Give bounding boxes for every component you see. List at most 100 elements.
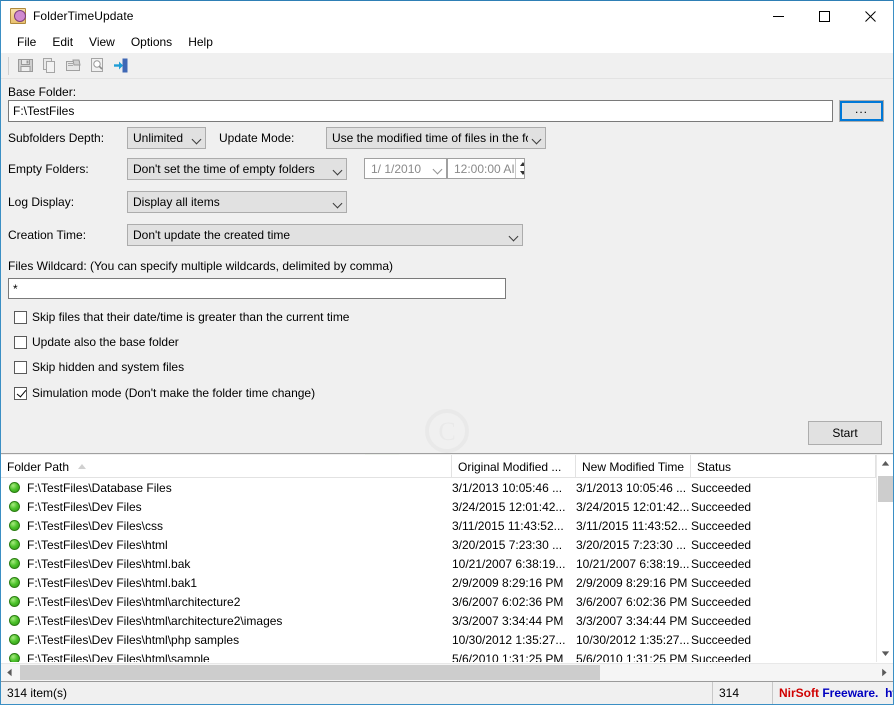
cell-folder-path: F:\TestFiles\Dev Files\html.bak <box>1 557 452 571</box>
close-icon[interactable] <box>847 1 893 31</box>
find-icon[interactable] <box>86 55 108 77</box>
chevron-down-icon <box>329 167 346 172</box>
cell-new-modified: 3/20/2015 7:23:30 ... <box>576 537 687 552</box>
scroll-right-icon[interactable] <box>876 664 893 682</box>
table-row[interactable]: F:\TestFiles\Dev Files 3/24/2015 12:01:4… <box>1 497 876 516</box>
time-value: 12:00:00 AI <box>454 161 515 176</box>
empty-folders-label: Empty Folders: <box>8 162 89 176</box>
chevron-down-icon <box>430 166 446 171</box>
folder-path-text: F:\TestFiles\Dev Files\html\architecture… <box>27 613 283 628</box>
checkbox-update-base-folder[interactable]: Update also the base folder <box>14 335 179 349</box>
empty-folders-value: Don't set the time of empty folders <box>133 162 315 176</box>
horizontal-scroll-track[interactable] <box>18 664 876 682</box>
menu-help[interactable]: Help <box>180 33 221 52</box>
table-row[interactable]: F:\TestFiles\Dev Files\css 3/11/2015 11:… <box>1 516 876 535</box>
cell-original-modified: 2/9/2009 8:29:16 PM <box>452 575 564 590</box>
cell-original-modified: 3/6/2007 6:02:36 PM <box>452 594 564 609</box>
status-ok-icon <box>9 634 20 645</box>
cell-new-modified: 3/1/2013 10:05:46 ... <box>576 480 687 495</box>
time-spinner[interactable] <box>514 159 524 179</box>
minimize-icon[interactable] <box>755 1 801 31</box>
cell-folder-path: F:\TestFiles\Dev Files\html\sample <box>1 652 452 662</box>
table-row[interactable]: F:\TestFiles\Dev Files\html 3/20/2015 7:… <box>1 535 876 554</box>
table-row[interactable]: F:\TestFiles\Dev Files\html\sample 5/6/2… <box>1 649 876 662</box>
cell-folder-path: F:\TestFiles\Dev Files\html <box>1 538 452 552</box>
application-window: FolderTimeUpdate File Edit View Options … <box>0 0 894 705</box>
menu-view[interactable]: View <box>81 33 123 52</box>
checkbox-simulation-mode[interactable]: Simulation mode (Don't make the folder t… <box>14 386 315 400</box>
subfolders-depth-label: Subfolders Depth: <box>8 131 105 145</box>
menu-file[interactable]: File <box>9 33 44 52</box>
status-ok-icon <box>9 615 20 626</box>
update-mode-select[interactable]: Use the modified time of files in the fo… <box>326 127 546 149</box>
checkbox-box[interactable] <box>14 310 27 324</box>
exit-icon[interactable] <box>110 55 132 77</box>
checkbox-box[interactable] <box>14 360 27 374</box>
list-body: F:\TestFiles\Database Files 3/1/2013 10:… <box>1 478 876 662</box>
status-credit[interactable]: NirSoft Freeware. http <box>773 682 893 705</box>
svg-text:C: C <box>438 417 455 446</box>
column-header-new-modified[interactable]: New Modified Time <box>576 455 691 478</box>
log-display-value: Display all items <box>133 195 220 209</box>
table-row[interactable]: F:\TestFiles\Dev Files\html\architecture… <box>1 611 876 630</box>
checkbox-box[interactable] <box>14 386 27 400</box>
column-header-status[interactable]: Status <box>691 455 876 478</box>
table-row[interactable]: F:\TestFiles\Database Files 3/1/2013 10:… <box>1 478 876 497</box>
status-ok-icon <box>9 520 20 531</box>
table-row[interactable]: F:\TestFiles\Dev Files\html\architecture… <box>1 592 876 611</box>
column-header-original-modified[interactable]: Original Modified ... <box>452 455 576 478</box>
cell-folder-path: F:\TestFiles\Dev Files <box>1 500 452 514</box>
cell-status: Succeeded <box>691 594 752 609</box>
creation-time-label: Creation Time: <box>8 228 87 242</box>
folder-path-text: F:\TestFiles\Dev Files <box>27 499 142 514</box>
horizontal-scroll-thumb[interactable] <box>20 664 600 680</box>
checkbox-label: Skip hidden and system files <box>32 360 185 374</box>
toolbar-separator <box>8 56 9 75</box>
vertical-scroll-track[interactable] <box>877 472 893 645</box>
cell-original-modified: 3/24/2015 12:01:42... <box>452 499 566 514</box>
cell-folder-path: F:\TestFiles\Dev Files\css <box>1 519 452 533</box>
checkbox-skip-future-files[interactable]: Skip files that their date/time is great… <box>14 310 349 324</box>
creation-time-value: Don't update the created time <box>133 228 291 242</box>
menu-edit[interactable]: Edit <box>44 33 81 52</box>
wildcard-input[interactable]: * <box>8 278 506 299</box>
scroll-down-icon[interactable] <box>877 645 893 662</box>
copy-icon[interactable] <box>38 55 60 77</box>
base-folder-input[interactable]: F:\TestFiles <box>8 100 833 122</box>
properties-icon[interactable] <box>62 55 84 77</box>
browse-folder-button[interactable]: ... <box>839 100 884 122</box>
base-folder-label: Base Folder: <box>8 85 77 99</box>
log-display-select[interactable]: Display all items <box>127 191 347 213</box>
column-header-folder-path[interactable]: Folder Path <box>1 455 452 478</box>
table-row[interactable]: F:\TestFiles\Dev Files\html.bak 10/21/20… <box>1 554 876 573</box>
credit-nirsoft-text: NirSoft <box>779 686 819 700</box>
save-icon[interactable] <box>14 55 36 77</box>
time-picker[interactable]: 12:00:00 AI <box>447 158 525 179</box>
chevron-down-icon <box>528 136 545 141</box>
table-row[interactable]: F:\TestFiles\Dev Files\html.bak1 2/9/200… <box>1 573 876 592</box>
date-picker[interactable]: 1/ 1/2010 <box>364 158 447 179</box>
options-panel: Base Folder: F:\TestFiles ... Subfolders… <box>1 79 893 481</box>
status-ok-icon <box>9 653 20 662</box>
checkbox-label: Update also the base folder <box>32 335 179 349</box>
chevron-down-icon <box>329 200 346 205</box>
menu-options[interactable]: Options <box>123 33 180 52</box>
scroll-left-icon[interactable] <box>1 664 18 682</box>
cell-original-modified: 3/3/2007 3:34:44 PM <box>452 613 564 628</box>
folder-path-text: F:\TestFiles\Database Files <box>27 480 172 495</box>
checkbox-box[interactable] <box>14 335 27 349</box>
empty-folders-select[interactable]: Don't set the time of empty folders <box>127 158 347 180</box>
table-row[interactable]: F:\TestFiles\Dev Files\html\php samples … <box>1 630 876 649</box>
start-button[interactable]: Start <box>808 421 882 445</box>
spinner-up-icon[interactable] <box>516 159 524 169</box>
vertical-scroll-thumb[interactable] <box>878 476 893 502</box>
vertical-scrollbar[interactable] <box>876 455 893 662</box>
maximize-icon[interactable] <box>801 1 847 31</box>
checkbox-skip-hidden-system[interactable]: Skip hidden and system files <box>14 360 184 374</box>
sort-ascending-icon <box>78 464 87 469</box>
horizontal-scrollbar[interactable] <box>1 663 893 681</box>
spinner-down-icon[interactable] <box>516 169 524 179</box>
scroll-up-icon[interactable] <box>877 455 893 472</box>
subfolders-depth-select[interactable]: Unlimited <box>127 127 206 149</box>
creation-time-select[interactable]: Don't update the created time <box>127 224 523 246</box>
